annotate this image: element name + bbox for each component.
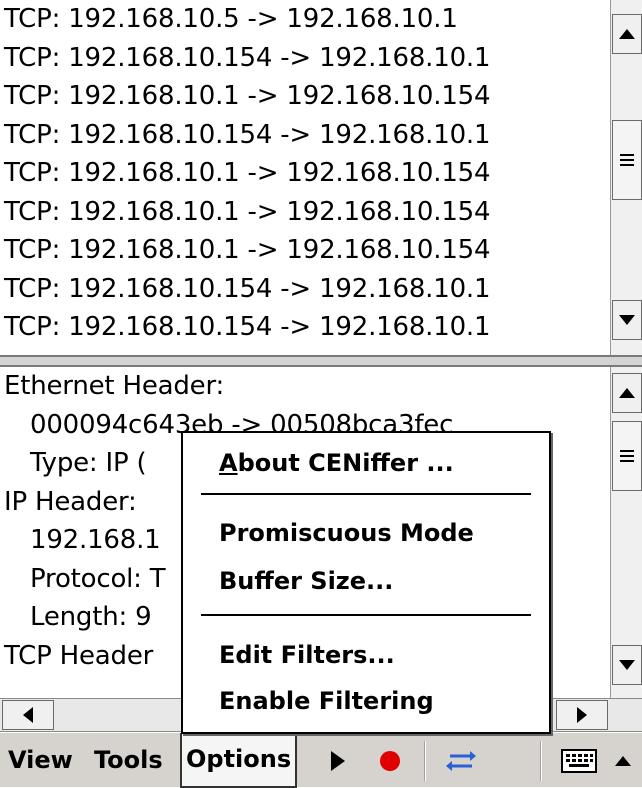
menu-item-buffer-size[interactable]: Buffer Size...	[219, 567, 393, 595]
keyboard-button[interactable]	[554, 733, 604, 788]
record-icon	[380, 750, 400, 771]
chevron-up-icon	[615, 755, 631, 766]
packet-row[interactable]: TCP: 192.168.10.154 -> 192.168.10.1	[0, 116, 610, 155]
menu-item-edit-filters[interactable]: Edit Filters...	[219, 641, 395, 669]
play-icon	[331, 750, 345, 771]
details-scrollbar[interactable]	[610, 367, 642, 698]
menu-separator	[201, 614, 531, 616]
grip-icon	[620, 450, 634, 462]
menu-options[interactable]: Options	[180, 733, 298, 788]
menu-tools[interactable]: Tools	[90, 733, 167, 788]
keyboard-icon	[561, 748, 597, 773]
toolbar-separator	[540, 741, 542, 781]
arrow-left-icon	[23, 707, 33, 723]
scroll-up-button[interactable]	[612, 373, 642, 413]
scroll-thumb[interactable]	[612, 421, 642, 491]
packet-row[interactable]: TCP: 192.168.10.1 -> 192.168.10.154	[0, 193, 610, 232]
scroll-thumb[interactable]	[612, 120, 642, 200]
packet-list[interactable]: TCP: 192.168.10.5 -> 192.168.10.1 TCP: 1…	[0, 0, 610, 355]
packet-row[interactable]: TCP: 192.168.10.1 -> 192.168.10.154	[0, 77, 610, 116]
pane-splitter[interactable]	[0, 355, 642, 367]
swap-arrows-icon	[446, 750, 476, 771]
grip-icon	[620, 154, 634, 166]
packet-list-scrollbar[interactable]	[610, 0, 642, 355]
packet-row[interactable]: TCP: 192.168.10.154 -> 192.168.10.1	[0, 39, 610, 78]
arrow-up-icon	[619, 388, 635, 398]
input-panel-toggle[interactable]	[606, 733, 640, 788]
menu-item-enable-filtering[interactable]: Enable Filtering	[219, 687, 434, 715]
ethernet-header-label: Ethernet Header:	[4, 371, 225, 401]
swap-button[interactable]	[436, 733, 486, 788]
record-button[interactable]	[368, 733, 412, 788]
toolbar-separator	[424, 741, 426, 781]
packet-row[interactable]: TCP: 192.168.10.1 -> 192.168.10.154	[0, 154, 610, 193]
arrow-right-icon	[577, 707, 587, 723]
packet-row[interactable]: TCP: 192.168.10.154 -> 192.168.10.1	[0, 308, 610, 347]
start-capture-button[interactable]	[318, 733, 358, 788]
packet-row[interactable]: TCP: 192.168.10.1 -> 192.168.10.154	[0, 231, 610, 270]
menu-view[interactable]: View	[4, 733, 77, 788]
scroll-down-button[interactable]	[612, 645, 642, 685]
arrow-down-icon	[619, 315, 635, 325]
scroll-left-button[interactable]	[2, 700, 54, 730]
arrow-up-icon	[619, 29, 635, 39]
menu-item-about[interactable]: About CENiffer ...	[219, 449, 454, 477]
packet-row[interactable]: TCP: 192.168.10.5 -> 192.168.10.1	[0, 0, 610, 39]
scroll-right-button[interactable]	[556, 700, 608, 730]
menu-separator	[201, 493, 531, 495]
arrow-down-icon	[619, 660, 635, 670]
menu-item-promiscuous-mode[interactable]: Promiscuous Mode	[219, 519, 474, 547]
options-menu: About CENiffer ... Promiscuous Mode Buff…	[181, 431, 551, 734]
menu-bar: View Tools Options	[0, 732, 642, 788]
scroll-down-button[interactable]	[612, 300, 642, 340]
scroll-up-button[interactable]	[612, 14, 642, 54]
packet-row[interactable]: TCP: 192.168.10.154 -> 192.168.10.1	[0, 270, 610, 309]
